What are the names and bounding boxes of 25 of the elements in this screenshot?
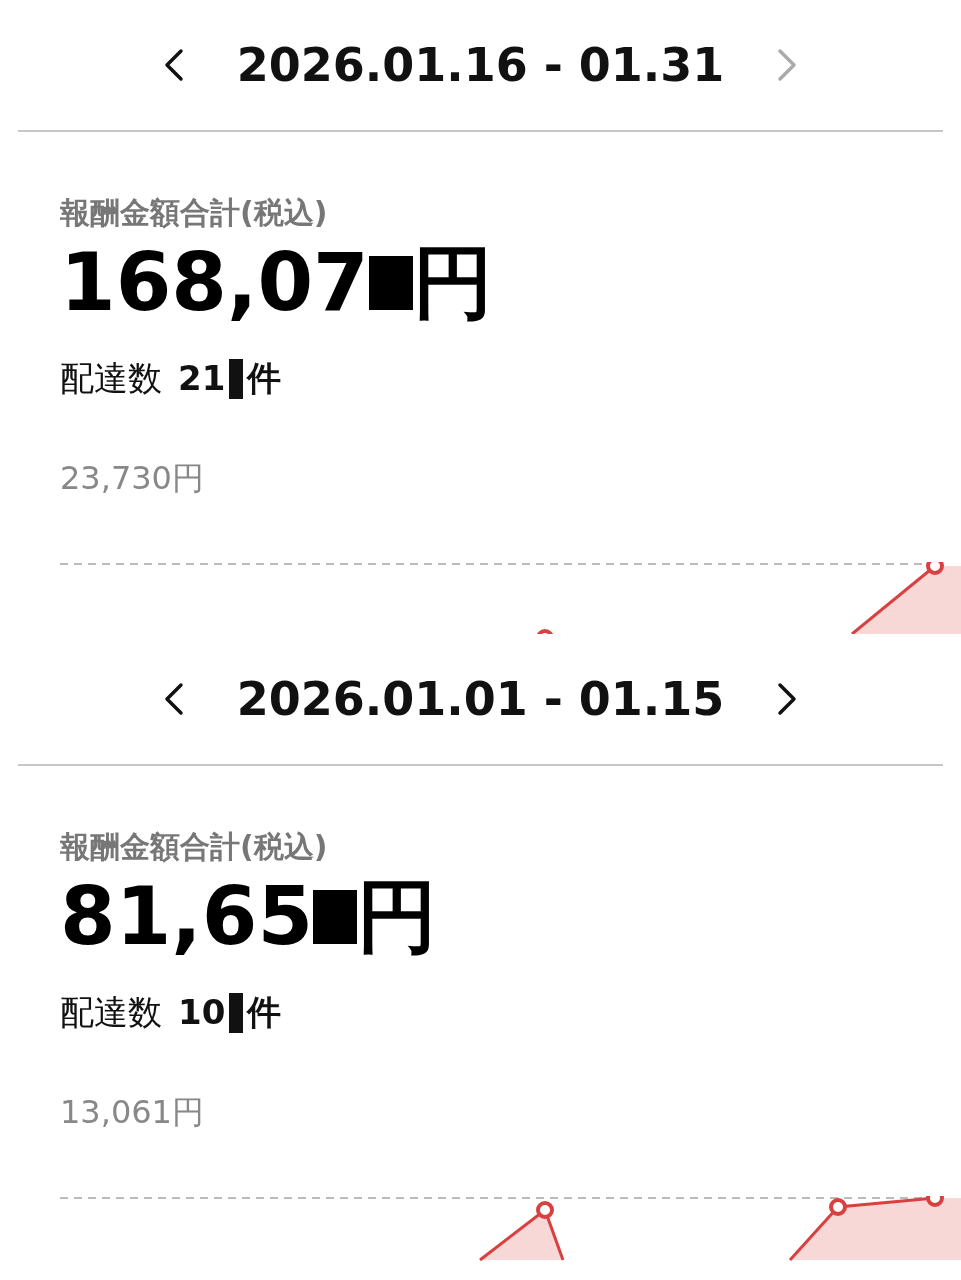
data-point (926, 562, 944, 575)
data-point (926, 1196, 944, 1207)
amount-value: 81,65 (60, 869, 314, 965)
count-unit: 件 (247, 991, 282, 1034)
redaction-block (229, 358, 244, 399)
amount-value: 168,07 (60, 235, 369, 331)
count-value: 10 (178, 991, 226, 1034)
date-range: 2026.01.01 - 01.15 (236, 670, 725, 728)
count-label: 配達数 (60, 357, 162, 400)
reference-value: 23,730円 (59, 458, 205, 499)
total-label: 報酬金額合計(税込) (59, 828, 329, 866)
redaction-block (229, 992, 244, 1033)
date-range: 2026.01.16 - 01.31 (236, 36, 725, 94)
count-value: 21 (178, 357, 226, 400)
redaction-block (313, 890, 358, 944)
currency-unit: 円 (357, 869, 438, 965)
count-unit: 件 (247, 357, 282, 400)
data-point (536, 1201, 554, 1219)
redaction-block (368, 256, 413, 310)
data-point (536, 629, 554, 634)
data-point (829, 1198, 847, 1216)
currency-unit: 円 (412, 235, 493, 331)
total-label: 報酬金額合計(税込) (59, 194, 329, 232)
reference-value: 13,061円 (59, 1092, 205, 1133)
count-label: 配達数 (60, 991, 162, 1034)
